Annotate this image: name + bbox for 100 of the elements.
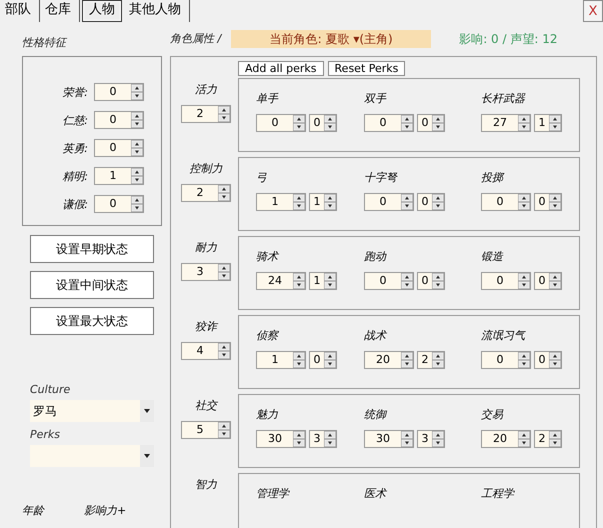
number-spinner[interactable]: 4 — [181, 342, 231, 360]
spin-arrows-icon[interactable] — [293, 273, 305, 289]
number-spinner[interactable]: 0 — [481, 193, 531, 211]
number-spinner[interactable]: 0 — [364, 114, 414, 132]
number-spinner[interactable]: 2 — [417, 351, 445, 369]
spin-arrows-icon[interactable] — [518, 115, 530, 131]
spin-arrows-icon[interactable] — [293, 352, 305, 368]
number-spinner[interactable]: 30 — [256, 430, 306, 448]
spin-arrows-icon[interactable] — [549, 194, 561, 210]
spin-arrows-icon[interactable] — [131, 84, 143, 100]
spin-arrows-icon[interactable] — [401, 115, 413, 131]
spin-arrows-icon[interactable] — [293, 115, 305, 131]
field-label: 影响力+ — [84, 503, 126, 518]
attribute-label: 控制力 — [190, 161, 222, 176]
spin-arrows-icon[interactable] — [324, 352, 336, 368]
number-spinner[interactable]: 1 — [256, 351, 306, 369]
spin-arrows-icon[interactable] — [432, 273, 444, 289]
spin-arrows-icon[interactable] — [293, 431, 305, 447]
number-spinner[interactable]: 3 — [309, 430, 337, 448]
number-spinner[interactable]: 0 — [481, 351, 531, 369]
number-spinner[interactable]: 2 — [534, 430, 562, 448]
spin-arrows-icon[interactable] — [131, 168, 143, 184]
spin-arrows-icon[interactable] — [432, 194, 444, 210]
spin-arrows-icon[interactable] — [218, 422, 230, 438]
spin-arrows-icon[interactable] — [218, 264, 230, 280]
spin-arrows-icon[interactable] — [131, 112, 143, 128]
number-spinner[interactable]: 0 — [417, 272, 445, 290]
number-spinner[interactable]: 3 — [181, 263, 231, 281]
number-spinner[interactable]: 0 — [309, 351, 337, 369]
number-spinner[interactable]: 1 — [256, 193, 306, 211]
spin-arrows-icon[interactable] — [324, 431, 336, 447]
number-spinner[interactable]: 0 — [94, 111, 144, 129]
skill-label: 魅力 — [256, 407, 279, 422]
spin-arrows-icon[interactable] — [432, 431, 444, 447]
current-character-banner[interactable]: 当前角色: 夏歌 ▾(主角) — [231, 30, 432, 48]
skill-label: 统御 — [364, 407, 388, 422]
spin-arrows-icon[interactable] — [131, 196, 143, 212]
spin-arrows-icon[interactable] — [218, 343, 230, 359]
culture-dropdown[interactable]: 罗马 — [30, 400, 154, 422]
number-spinner[interactable]: 20 — [364, 351, 414, 369]
number-spinner[interactable]: 0 — [364, 193, 414, 211]
spin-arrows-icon[interactable] — [324, 273, 336, 289]
number-spinner[interactable]: 0 — [417, 114, 445, 132]
tab[interactable]: 部队 — [0, 0, 40, 22]
spin-arrows-icon[interactable] — [401, 352, 413, 368]
perk-button[interactable]: Add all perks — [238, 61, 324, 76]
number-spinner[interactable]: 20 — [481, 430, 531, 448]
number-spinner[interactable]: 0 — [417, 193, 445, 211]
spin-arrows-icon[interactable] — [401, 431, 413, 447]
number-spinner[interactable]: 3 — [417, 430, 445, 448]
number-spinner[interactable]: 1 — [94, 167, 144, 185]
spin-arrows-icon[interactable] — [518, 273, 530, 289]
number-spinner[interactable]: 27 — [481, 114, 531, 132]
spin-arrows-icon[interactable] — [401, 273, 413, 289]
state-button[interactable]: 设置中间状态 — [30, 271, 154, 299]
spin-arrows-icon[interactable] — [432, 115, 444, 131]
spin-arrows-icon[interactable] — [518, 194, 530, 210]
spin-arrows-icon[interactable] — [293, 194, 305, 210]
number-spinner[interactable]: 5 — [181, 421, 231, 439]
number-spinner[interactable]: 1 — [309, 193, 337, 211]
number-spinner[interactable]: 2 — [181, 184, 231, 202]
perk-button[interactable]: Reset Perks — [328, 61, 406, 76]
tab[interactable]: 仓库 — [40, 0, 80, 22]
spin-arrows-icon[interactable] — [549, 352, 561, 368]
spin-arrows-icon[interactable] — [401, 194, 413, 210]
number-spinner[interactable]: 24 — [256, 272, 306, 290]
number-spinner[interactable]: 0 — [534, 272, 562, 290]
spin-arrows-icon[interactable] — [549, 431, 561, 447]
spin-arrows-icon[interactable] — [518, 352, 530, 368]
section-title: 角色属性 / — [170, 31, 222, 47]
number-spinner[interactable]: 1 — [534, 114, 562, 132]
number-spinner[interactable]: 0 — [94, 83, 144, 101]
number-spinner[interactable]: 30 — [364, 430, 414, 448]
spin-arrows-icon[interactable] — [549, 115, 561, 131]
attribute-label: 狡诈 — [195, 319, 217, 334]
state-button[interactable]: 设置早期状态 — [30, 235, 154, 263]
number-spinner[interactable]: 2 — [181, 105, 231, 123]
number-spinner[interactable]: 0 — [534, 193, 562, 211]
tab[interactable]: 人物 — [82, 0, 122, 22]
spin-arrows-icon[interactable] — [518, 431, 530, 447]
number-spinner[interactable]: 0 — [309, 114, 337, 132]
tab[interactable]: 其他人物 — [124, 0, 190, 22]
skill-label: 侦察 — [256, 328, 280, 343]
spin-arrows-icon[interactable] — [218, 106, 230, 122]
spin-arrows-icon[interactable] — [549, 273, 561, 289]
number-spinner[interactable]: 0 — [534, 351, 562, 369]
spin-arrows-icon[interactable] — [432, 352, 444, 368]
state-button[interactable]: 设置最大状态 — [30, 307, 154, 335]
spin-arrows-icon[interactable] — [324, 115, 336, 131]
spin-arrows-icon[interactable] — [218, 185, 230, 201]
number-spinner[interactable]: 0 — [481, 272, 531, 290]
number-spinner[interactable]: 0 — [94, 195, 144, 213]
number-spinner[interactable]: 0 — [364, 272, 414, 290]
number-spinner[interactable]: 0 — [256, 114, 306, 132]
trait-label: 英勇: — [62, 140, 88, 156]
spin-arrows-icon[interactable] — [324, 194, 336, 210]
number-spinner[interactable]: 0 — [94, 139, 144, 157]
number-spinner[interactable]: 1 — [309, 272, 337, 290]
close-button[interactable]: X — [583, 0, 603, 22]
spin-arrows-icon[interactable] — [131, 140, 143, 156]
